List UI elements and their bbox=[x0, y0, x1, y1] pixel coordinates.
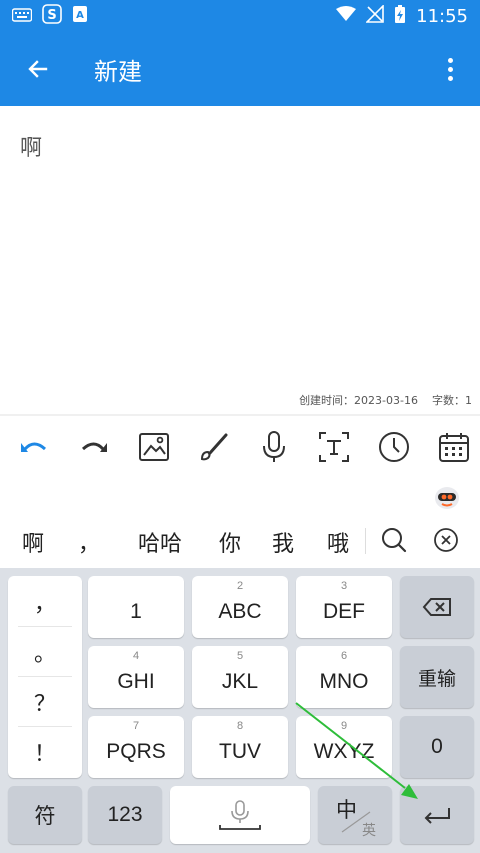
reenter-button[interactable]: 重输 bbox=[400, 646, 474, 708]
slash-divider bbox=[341, 811, 371, 833]
backspace-button[interactable] bbox=[400, 576, 474, 638]
key-number: 6 bbox=[340, 650, 348, 662]
key-label: MNO bbox=[319, 670, 369, 693]
key-number: 4 bbox=[132, 650, 140, 662]
no-signal-icon bbox=[365, 3, 384, 28]
close-icon[interactable] bbox=[432, 526, 460, 554]
lang-en-label: 英 bbox=[362, 822, 376, 838]
key-label: PQRS bbox=[106, 740, 166, 763]
punctuation-column: ， 。 ？ ！ bbox=[8, 576, 82, 778]
note-editor[interactable]: 啊 创建时间：2023-03-16 字数：1 bbox=[0, 106, 480, 414]
note-meta: 创建时间：2023-03-16 字数：1 bbox=[299, 392, 472, 408]
key-number: 7 bbox=[132, 720, 140, 732]
redo-icon bbox=[81, 442, 107, 452]
sogou-mascot-icon[interactable] bbox=[434, 484, 460, 510]
wifi-icon bbox=[336, 5, 357, 27]
undo-icon bbox=[21, 442, 47, 452]
text-recognition-button[interactable] bbox=[304, 422, 364, 472]
brush-icon bbox=[200, 433, 228, 461]
svg-text:S: S bbox=[47, 8, 56, 23]
page-title: 新建 bbox=[94, 57, 142, 86]
image-icon bbox=[139, 433, 169, 461]
calendar-icon bbox=[439, 433, 469, 462]
clock-icon bbox=[379, 432, 409, 462]
more-vertical-icon[interactable] bbox=[438, 49, 462, 89]
arrow-left-icon bbox=[28, 60, 48, 78]
punct-divider bbox=[18, 726, 72, 727]
key-number: 3 bbox=[340, 580, 348, 592]
language-switch-button[interactable]: 中 英 bbox=[318, 786, 392, 844]
key-label: ABC bbox=[218, 600, 262, 623]
candidate-item[interactable]: 你 bbox=[219, 526, 241, 558]
created-time: 创建时间：2023-03-16 bbox=[299, 394, 418, 407]
search-icon[interactable] bbox=[380, 526, 408, 554]
note-content[interactable]: 啊 bbox=[20, 130, 42, 162]
microphone-icon bbox=[263, 431, 285, 462]
key-label: WXYZ bbox=[313, 740, 375, 763]
key-mno[interactable]: 6 MNO bbox=[296, 646, 392, 708]
key-number: 5 bbox=[236, 650, 244, 662]
key-label: GHI bbox=[117, 670, 155, 693]
status-bar: S A 11:55 bbox=[0, 0, 480, 32]
calendar-button[interactable] bbox=[424, 422, 480, 472]
punct-key[interactable]: ？ bbox=[8, 678, 82, 726]
sogou-icon: S bbox=[42, 4, 62, 28]
enter-button[interactable] bbox=[400, 786, 474, 844]
ime-candidate-strip: 啊 ， 哈哈 你 我 哦 bbox=[0, 478, 480, 568]
svg-text:A: A bbox=[76, 10, 84, 21]
text-box-icon bbox=[319, 432, 349, 462]
key-number: 8 bbox=[236, 720, 244, 732]
candidate-item[interactable]: 哦 bbox=[327, 526, 349, 558]
key-label: TUV bbox=[219, 740, 261, 763]
key-pqrs[interactable]: 7 PQRS bbox=[88, 716, 184, 778]
app-bar: 新建 bbox=[0, 32, 480, 106]
keyboard-icon bbox=[11, 7, 33, 26]
battery-charging-icon bbox=[394, 4, 406, 29]
candidate-list: 啊 ， 哈哈 你 我 哦 bbox=[0, 520, 480, 560]
redo-button[interactable] bbox=[64, 422, 124, 472]
key-def[interactable]: 3 DEF bbox=[296, 576, 392, 638]
char-count: 字数：1 bbox=[432, 394, 472, 407]
candidate-item[interactable]: 我 bbox=[272, 526, 294, 558]
key-number: 2 bbox=[236, 580, 244, 592]
back-button[interactable] bbox=[18, 49, 58, 89]
edit-toolbar bbox=[0, 416, 480, 478]
punct-divider bbox=[18, 626, 72, 627]
punct-key[interactable]: ！ bbox=[8, 728, 82, 776]
candidate-separator bbox=[365, 528, 366, 554]
key-ghi[interactable]: 4 GHI bbox=[88, 646, 184, 708]
space-button[interactable] bbox=[170, 786, 310, 844]
key-jkl[interactable]: 5 JKL bbox=[192, 646, 288, 708]
enter-icon bbox=[424, 808, 450, 824]
key-label: 1 bbox=[130, 600, 142, 623]
voice-button[interactable] bbox=[244, 422, 304, 472]
key-label: JKL bbox=[221, 670, 259, 693]
microphone-icon bbox=[219, 800, 261, 830]
numbers-button[interactable]: 123 bbox=[88, 786, 162, 844]
key-label: DEF bbox=[323, 600, 365, 623]
punct-divider bbox=[18, 676, 72, 677]
text-app-icon: A bbox=[72, 5, 88, 27]
insert-image-button[interactable] bbox=[124, 422, 184, 472]
key-abc[interactable]: 2 ABC bbox=[192, 576, 288, 638]
key-1[interactable]: 1 bbox=[88, 576, 184, 638]
candidate-item[interactable]: ， bbox=[78, 526, 100, 558]
status-time: 11:55 bbox=[416, 5, 468, 27]
brush-button[interactable] bbox=[184, 422, 244, 472]
backspace-icon bbox=[422, 598, 451, 616]
punct-key[interactable]: 。 bbox=[8, 628, 82, 676]
reminder-button[interactable] bbox=[364, 422, 424, 472]
undo-button[interactable] bbox=[4, 422, 64, 472]
candidate-item[interactable]: 啊 bbox=[22, 526, 44, 558]
punct-key[interactable]: ， bbox=[8, 578, 82, 626]
key-number: 9 bbox=[340, 720, 348, 732]
key-tuv[interactable]: 8 TUV bbox=[192, 716, 288, 778]
symbols-button[interactable]: 符 bbox=[8, 786, 82, 844]
key-0[interactable]: 0 bbox=[400, 716, 474, 778]
keyboard: ， 。 ？ ！ 1 2 ABC 3 DEF 4 GHI 5 JKL 6 MNO … bbox=[0, 568, 480, 853]
candidate-item[interactable]: 哈哈 bbox=[138, 526, 182, 558]
key-wxyz[interactable]: 9 WXYZ bbox=[296, 716, 392, 778]
